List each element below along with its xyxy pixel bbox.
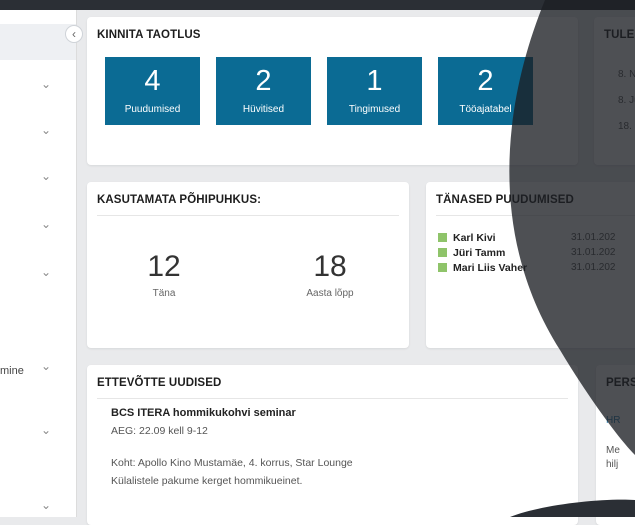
tile-absences[interactable]: 4 Puudumised <box>105 57 200 125</box>
sidebar-collapse-button[interactable]: ‹ <box>65 25 83 43</box>
tile-timesheet[interactable]: 2 Tööajatabel <box>438 57 533 125</box>
tile-label: Tingimused <box>348 104 401 115</box>
upcoming-item: 18. <box>618 121 632 132</box>
sidebar: ⌄ ⌄ ⌄ ⌄ ⌄ mine ⌄ ⌄ ⌄ <box>0 10 77 517</box>
tile-count: 4 <box>144 65 161 97</box>
absence-name: Jüri Tamm <box>453 247 506 259</box>
chevron-down-icon[interactable]: ⌄ <box>40 78 52 90</box>
card-title: TULE <box>604 29 635 41</box>
confirm-requests-card: KINNITA TAOTLUS 4 Puudumised 2 Hüvitised… <box>87 17 578 165</box>
tile-compensations[interactable]: 2 Hüvitised <box>216 57 311 125</box>
chevron-down-icon[interactable]: ⌄ <box>40 499 52 511</box>
news-line: AEG: 22.09 kell 9-12 <box>111 425 208 437</box>
news-line: Koht: Apollo Kino Mustamäe, 4. korrus, S… <box>111 457 353 469</box>
divider <box>97 398 568 399</box>
unused-vacation-card: KASUTAMATA PÕHIPUHKUS: 12 Täna 18 Aasta … <box>87 182 409 348</box>
chevron-down-icon[interactable]: ⌄ <box>40 266 52 278</box>
stat-label: Täna <box>152 288 176 299</box>
upcoming-card: TULE 8. N 8. Ju 18. <box>594 17 635 165</box>
tile-count: 2 <box>255 65 272 97</box>
hr-link[interactable]: HR <box>606 415 620 426</box>
personal-line: hilj <box>606 459 619 470</box>
chevron-down-icon[interactable]: ⌄ <box>40 424 52 436</box>
absence-row[interactable]: Jüri Tamm <box>438 247 505 259</box>
personal-card: PERS HR Me hilj <box>596 365 635 525</box>
divider <box>436 215 635 216</box>
absence-row[interactable]: Karl Kivi <box>438 232 496 244</box>
absence-date: 31.01.202 <box>571 247 616 258</box>
sidebar-item-active[interactable] <box>0 24 76 60</box>
card-title: PERS <box>606 377 635 389</box>
absence-marker <box>438 233 447 242</box>
card-title: TÄNASED PUUDUMISED <box>436 194 574 206</box>
top-bar <box>0 0 635 10</box>
tile-count: 1 <box>366 65 383 97</box>
chevron-down-icon[interactable]: ⌄ <box>40 170 52 182</box>
absence-marker <box>438 248 447 257</box>
absence-name: Mari Liis Vaher <box>453 262 528 274</box>
chevron-down-icon[interactable]: ⌄ <box>40 218 52 230</box>
tile-count: 2 <box>477 65 494 97</box>
absence-date: 31.01.202 <box>571 262 616 273</box>
stat-value: 18 <box>313 250 347 283</box>
news-item-title[interactable]: BCS ITERA hommikukohvi seminar <box>111 407 296 419</box>
tile-label: Hüvitised <box>242 104 285 115</box>
company-news-card: ETTEVÕTTE UUDISED BCS ITERA hommikukohvi… <box>87 365 578 525</box>
tile-label: Puudumised <box>124 104 181 115</box>
chevron-down-icon[interactable]: ⌄ <box>40 360 52 372</box>
sidebar-item-label[interactable]: mine <box>0 365 24 377</box>
vacation-today: 12 Täna <box>124 250 204 299</box>
chevron-down-icon[interactable]: ⌄ <box>40 124 52 136</box>
absence-name: Karl Kivi <box>453 232 496 244</box>
upcoming-item: 8. Ju <box>618 95 635 106</box>
personal-line: Me <box>606 445 620 456</box>
stat-label: Aasta lõpp <box>306 288 354 299</box>
tile-conditions[interactable]: 1 Tingimused <box>327 57 422 125</box>
absence-date: 31.01.202 <box>571 232 616 243</box>
card-title: KINNITA TAOTLUS <box>97 29 201 41</box>
card-title: KASUTAMATA PÕHIPUHKUS: <box>97 194 262 206</box>
stat-value: 12 <box>147 250 181 283</box>
tile-label: Tööajatabel <box>459 104 512 115</box>
card-title: ETTEVÕTTE UUDISED <box>97 377 222 389</box>
upcoming-item: 8. N <box>618 69 635 80</box>
divider <box>97 215 399 216</box>
vacation-year-end: 18 Aasta lõpp <box>290 250 370 299</box>
todays-absences-card: TÄNASED PUUDUMISED Karl Kivi 31.01.202 J… <box>426 182 635 348</box>
news-line: Külalistele pakume kerget hommikueinet. <box>111 475 303 487</box>
absence-row[interactable]: Mari Liis Vaher <box>438 262 527 274</box>
absence-marker <box>438 263 447 272</box>
